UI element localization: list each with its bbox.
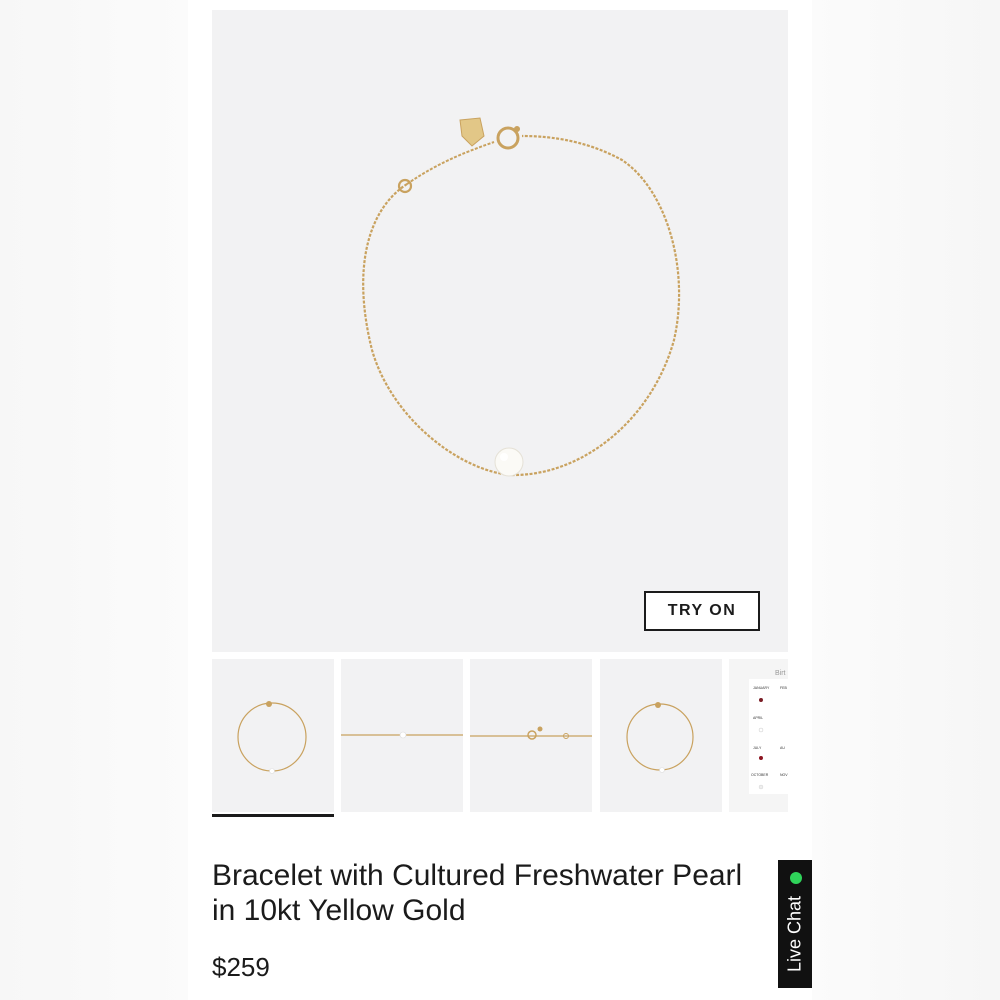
live-chat-label: Live Chat	[784, 895, 805, 973]
thumbnail-3[interactable]	[470, 659, 592, 812]
svg-text:JULY: JULY	[753, 746, 762, 750]
thumbnail-strip: Birt JANUARY FEB APRIL JULY AU OCTOBER NOV	[212, 659, 788, 819]
bracelet-image	[362, 117, 681, 477]
svg-text:FEB: FEB	[780, 686, 787, 690]
thumbnail-1[interactable]	[212, 659, 334, 817]
left-backdrop	[0, 0, 188, 1000]
product-title: Bracelet with Cultured Freshwater Pearl …	[212, 858, 772, 928]
try-on-button[interactable]: TRY ON	[644, 591, 760, 631]
live-chat-button[interactable]: Live Chat	[778, 860, 812, 988]
svg-text:APRIL: APRIL	[753, 716, 763, 720]
thumbnail-2[interactable]	[341, 659, 463, 812]
product-price: $259	[212, 952, 270, 982]
product-hero-image: TRY ON	[212, 10, 788, 652]
svg-text:Birt: Birt	[775, 670, 786, 677]
svg-text:JANUARY: JANUARY	[753, 686, 770, 690]
product-title-line-2: in 10kt Yellow Gold	[212, 894, 466, 927]
svg-text:AU: AU	[780, 746, 785, 750]
product-page: TRY ON Birt JANUARY FEB APRIL JULY AU OC…	[188, 0, 812, 1000]
svg-text:OCTOBER: OCTOBER	[751, 773, 769, 777]
svg-text:NOV: NOV	[780, 773, 788, 777]
product-title-line-1: Bracelet with Cultured Freshwater Pearl	[212, 859, 743, 892]
right-backdrop	[812, 0, 1000, 1000]
thumbnail-5-birthstone-chart[interactable]: Birt JANUARY FEB APRIL JULY AU OCTOBER NOV	[729, 659, 788, 812]
online-status-dot-icon	[790, 872, 802, 884]
thumbnail-4[interactable]	[600, 659, 722, 812]
